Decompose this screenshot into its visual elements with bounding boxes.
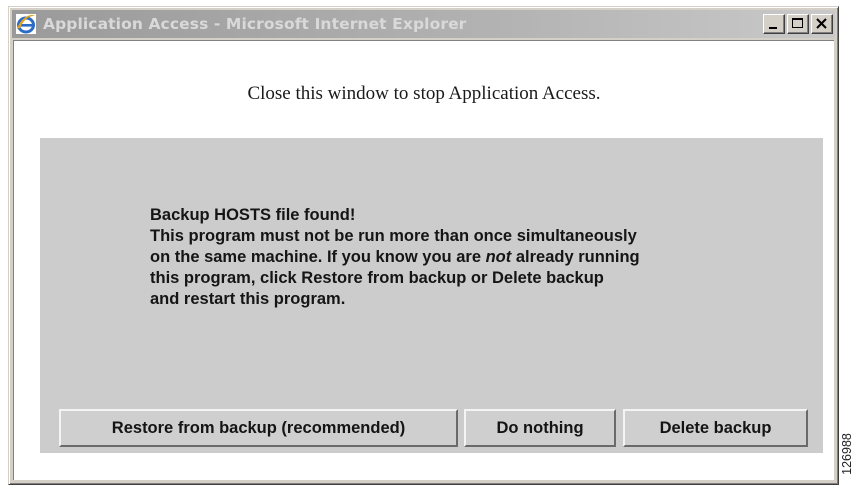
warning-line-3-start: on the same machine. If you know you are <box>150 248 486 266</box>
screenshot-stage: Application Access - Microsoft Internet … <box>0 0 858 487</box>
figure-id-label: 126988 <box>836 424 858 484</box>
delete-backup-button[interactable]: Delete backup <box>623 409 808 447</box>
minimize-icon <box>769 27 777 29</box>
warning-line-5: and restart this program. <box>150 290 346 308</box>
warning-line-4: this program, click Restore from backup … <box>150 269 604 287</box>
window-title: Application Access - Microsoft Internet … <box>43 15 467 33</box>
title-bar[interactable]: Application Access - Microsoft Internet … <box>12 10 835 38</box>
maximize-button[interactable] <box>787 14 809 34</box>
warning-line-3-end: already running <box>511 248 640 266</box>
warning-line-3: on the same machine. If you know you are… <box>150 247 640 268</box>
do-nothing-button[interactable]: Do nothing <box>464 409 616 447</box>
warning-message: Backup HOSTS file found! This program mu… <box>150 205 640 310</box>
browser-window: Application Access - Microsoft Internet … <box>8 6 839 485</box>
restore-from-backup-button[interactable]: Restore from backup (recommended) <box>59 409 458 447</box>
maximize-icon <box>792 18 803 28</box>
warning-panel: Backup HOSTS file found! This program mu… <box>40 138 823 453</box>
stop-message: Close this window to stop Application Ac… <box>247 83 601 104</box>
page-content: Close this window to stop Application Ac… <box>13 40 834 480</box>
window-controls <box>763 14 833 34</box>
figure-id-text: 126988 <box>840 433 854 475</box>
warning-line-1: Backup HOSTS file found! <box>150 206 356 224</box>
close-button[interactable] <box>811 14 833 34</box>
warning-emphasis: not <box>485 248 512 266</box>
warning-line-2: This program must not be run more than o… <box>150 227 637 245</box>
minimize-button[interactable] <box>763 14 785 34</box>
internet-explorer-icon <box>16 14 36 34</box>
close-icon <box>816 18 827 29</box>
